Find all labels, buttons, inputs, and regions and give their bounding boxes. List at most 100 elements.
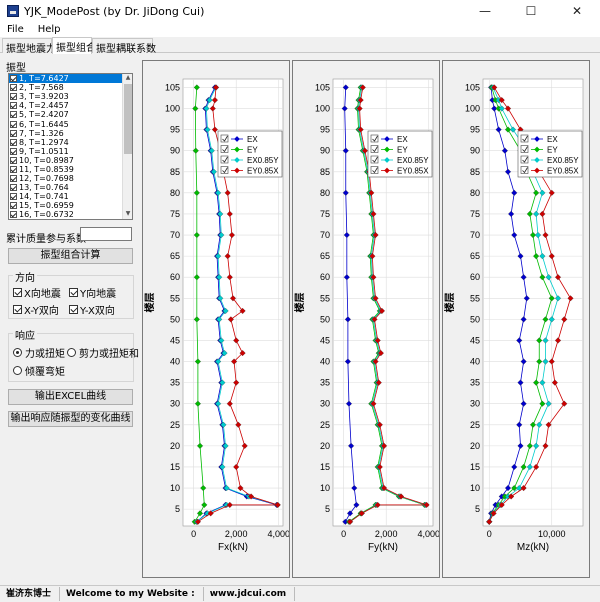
mode-item[interactable]: 7, T=1.326 [9, 129, 132, 138]
y-tick-label: 50 [470, 314, 480, 324]
x-tick-label: 0 [191, 529, 196, 539]
combine-calc-button[interactable]: 振型组合计算 [8, 248, 133, 264]
yx-bidirectional-checkbox[interactable]: Y-X双向 [69, 302, 115, 317]
overturning-label: 倾覆弯矩 [25, 367, 65, 378]
force-radio[interactable]: 力或扭矩 [13, 345, 65, 360]
checkbox-checked-icon[interactable] [10, 184, 17, 192]
checkbox-checked-icon[interactable] [10, 129, 17, 137]
y-tick-label: 80 [170, 188, 180, 198]
y-tick-label: 5 [475, 504, 480, 514]
mode-item[interactable]: 13, T=0.764 [9, 183, 132, 192]
modes-scrollbar[interactable]: ▲ ▼ [122, 74, 132, 219]
checkbox-checked-icon[interactable] [10, 165, 17, 173]
mode-item[interactable]: 3, T=3.9203 [9, 92, 132, 101]
y-tick-label: 40 [170, 357, 180, 367]
radio-unselected-icon [67, 348, 76, 357]
y-tick-label: 45 [170, 335, 180, 345]
checkbox-checked-icon[interactable] [10, 175, 17, 183]
y-tick-label: 15 [470, 462, 480, 472]
y-tick-label: 55 [470, 293, 480, 303]
mode-item[interactable]: 2, T=7.568 [9, 83, 132, 92]
export-excel-button[interactable]: 输出EXCEL曲线 [8, 389, 133, 405]
y-tick-label: 105 [315, 82, 330, 92]
mode-item[interactable]: 14, T=0.741 [9, 192, 132, 201]
chart-mz-svg: 5 10 15 20 25 30 35 40 45 50 55 60 65 70 75 80 85 90 95 100… [443, 78, 584, 553]
mode-item[interactable]: 11, T=0.8539 [9, 165, 132, 174]
checkbox-checked-icon[interactable] [10, 84, 17, 92]
mode-item[interactable]: 16, T=0.6732 [9, 210, 132, 219]
legend-label: EX0.85Y [397, 156, 429, 165]
checkbox-checked-icon[interactable] [10, 211, 17, 219]
minimize-button[interactable]: — [462, 0, 508, 22]
xy-bidirectional-checkbox[interactable]: X-Y双向 [13, 302, 59, 317]
y-tick-label: 80 [470, 188, 480, 198]
shear-radio[interactable]: 剪力或扭矩和 [67, 345, 139, 360]
y-tick-label: 95 [170, 125, 180, 135]
checkbox-checked-icon[interactable] [10, 102, 17, 110]
status-website[interactable]: www.jdcui.com [204, 587, 296, 601]
x-tick-label: 0 [487, 529, 492, 539]
tab-modal-combination[interactable]: 振型组合 [52, 37, 96, 54]
mode-item[interactable]: 15, T=0.6959 [9, 201, 132, 210]
mode-item[interactable]: 9, T=1.0511 [9, 147, 132, 156]
y-tick-label: 105 [465, 82, 480, 92]
mode-label: 7, T=1.326 [19, 128, 64, 138]
maximize-button[interactable]: ☐ [508, 0, 554, 22]
checkbox-checked-icon[interactable] [10, 156, 17, 164]
modes-listbox[interactable]: 1, T=7.6427 2, T=7.568 3, T=3.9203 4, T=2.4… [8, 73, 133, 220]
y-tick-label: 15 [320, 462, 330, 472]
y-tick-label: 10 [170, 483, 180, 493]
scroll-up-icon[interactable]: ▲ [124, 74, 132, 83]
y-tick-label: 35 [170, 378, 180, 388]
checkbox-checked-icon[interactable] [10, 120, 17, 128]
mode-item[interactable]: 4, T=2.4457 [9, 101, 132, 110]
mode-item[interactable]: 8, T=1.2974 [9, 138, 132, 147]
scroll-down-icon[interactable]: ▼ [124, 210, 132, 219]
y-tick-label: 80 [320, 188, 330, 198]
y-tick-label: 60 [320, 272, 330, 282]
legend-label: EY [397, 146, 408, 155]
mode-item[interactable]: 1, T=7.6427 [9, 74, 132, 84]
checkbox-checked-icon[interactable] [10, 147, 17, 155]
chart-fx-svg: 5 10 15 20 25 30 35 40 45 50 55 60 65 70 75 80 85 90 95 100… [143, 78, 289, 553]
mode-label: 6, T=1.6445 [19, 119, 69, 129]
y-tick-label: 30 [320, 399, 330, 409]
status-welcome: Welcome to my Website : [60, 587, 204, 601]
mode-item[interactable]: 10, T=0.8987 [9, 156, 132, 165]
overturning-radio[interactable]: 倾覆弯矩 [13, 363, 65, 378]
menu-help[interactable]: Help [31, 24, 68, 35]
x-seismic-checkbox[interactable]: X向地震 [13, 285, 61, 300]
tab-modal-coupling[interactable]: 振型耦联系数 [92, 38, 156, 55]
mass-participation-field[interactable] [80, 227, 132, 241]
mode-label: 4, T=2.4457 [19, 101, 69, 111]
checkbox-checked-icon[interactable] [10, 93, 17, 101]
checkbox-checked-icon[interactable] [10, 202, 17, 210]
legend-label: EX [547, 135, 558, 144]
y-tick-label: 55 [320, 293, 330, 303]
x-tick-label: 0 [341, 529, 346, 539]
export-vary-button[interactable]: 输出响应随振型的变化曲线 [8, 411, 133, 427]
mode-item[interactable]: 6, T=1.6445 [9, 119, 132, 129]
checkbox-checked-icon[interactable] [10, 138, 17, 146]
y-axis-label: 楼层 [443, 293, 456, 313]
close-button[interactable]: ✕ [554, 0, 600, 22]
tab-modal-seismic-force[interactable]: 振型地震力 [2, 38, 56, 55]
y-seismic-label: Y向地震 [80, 289, 117, 300]
y-tick-label: 60 [470, 272, 480, 282]
y-seismic-checkbox[interactable]: Y向地震 [69, 285, 116, 300]
checkbox-checked-icon[interactable] [10, 75, 17, 83]
y-tick-label: 70 [320, 230, 330, 240]
mode-item[interactable]: 5, T=2.4207 [9, 110, 132, 119]
legend-label: EY0.85X [547, 167, 579, 176]
x-axis-label: Fx(kN) [218, 542, 248, 553]
checkbox-checked-icon[interactable] [10, 193, 17, 201]
y-tick-label: 10 [320, 483, 330, 493]
mode-label: 11, T=0.8539 [19, 164, 74, 174]
mode-label: 13, T=0.764 [19, 183, 69, 193]
mode-item[interactable]: 12, T=0.7698 [9, 174, 132, 183]
chart-fx: 5 10 15 20 25 30 35 40 45 50 55 60 65 70 75 80 85 90 95 100… [142, 60, 290, 578]
mode-label: 5, T=2.4207 [19, 110, 69, 120]
checkbox-checked-icon[interactable] [10, 111, 17, 119]
scroll-thumb[interactable] [124, 84, 132, 154]
menu-file[interactable]: File [0, 24, 31, 35]
